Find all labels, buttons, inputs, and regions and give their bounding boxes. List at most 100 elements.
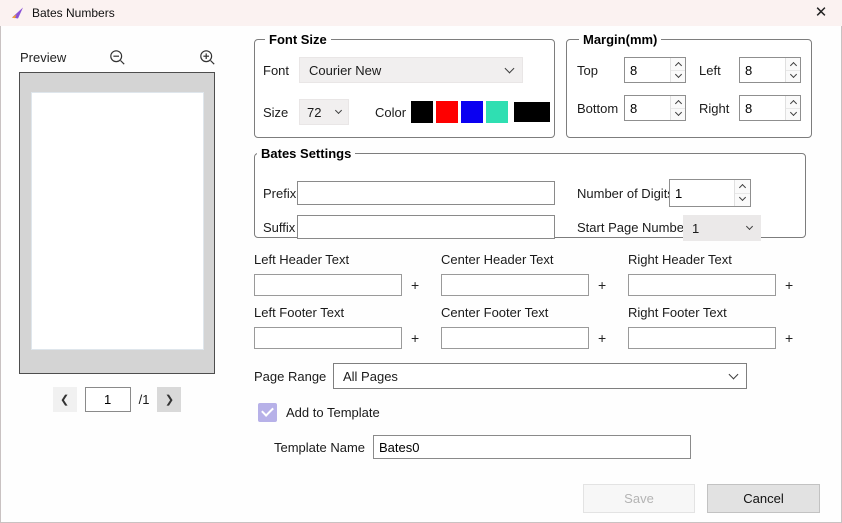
add-right-header-button[interactable]: + (785, 278, 793, 292)
center-footer-text-input[interactable] (441, 327, 589, 349)
margin-right-stepper (739, 95, 801, 121)
prefix-label: Prefix (263, 186, 296, 201)
number-of-digits-input[interactable] (670, 180, 734, 206)
preview-label: Preview (20, 50, 66, 65)
right-header-text-input[interactable] (628, 274, 776, 296)
preview-header: Preview (20, 46, 216, 68)
previous-page-button[interactable]: ❮ (53, 387, 77, 412)
font-family-value: Courier New (309, 63, 381, 78)
suffix-label: Suffix (263, 220, 295, 235)
spin-buttons (670, 58, 685, 82)
bates-numbers-dialog: Bates Numbers ✕ Preview (0, 0, 842, 523)
bates-settings-group: Bates Settings Prefix Suffix Number of D… (254, 146, 806, 238)
cancel-button[interactable]: Cancel (707, 484, 820, 513)
zoom-out-button[interactable] (109, 49, 126, 66)
next-page-button[interactable]: ❯ (157, 387, 181, 412)
right-header-text-label: Right Header Text (628, 252, 815, 267)
chevron-down-icon (746, 222, 753, 229)
template-name-input[interactable] (373, 435, 691, 459)
right-footer-text-label: Right Footer Text (628, 305, 815, 320)
zoom-in-button[interactable] (199, 49, 216, 66)
start-page-number-label: Start Page Number (577, 220, 688, 235)
chevron-up-icon[interactable] (786, 96, 800, 109)
add-center-footer-button[interactable]: + (598, 331, 606, 345)
number-of-digits-stepper (669, 179, 751, 207)
preview-page (31, 92, 204, 350)
chevron-down-icon (505, 63, 515, 73)
chevron-up-icon[interactable] (671, 96, 685, 109)
center-footer-text-label: Center Footer Text (441, 305, 628, 320)
chevron-down-icon[interactable] (671, 109, 685, 121)
left-header-text-input[interactable] (254, 274, 402, 296)
total-pages-label: /1 (139, 392, 150, 407)
margin-left-input[interactable] (740, 58, 785, 82)
prefix-input[interactable] (297, 181, 555, 205)
color-swatch-teal[interactable] (486, 101, 508, 123)
chevron-down-icon[interactable] (786, 109, 800, 121)
spin-buttons (785, 96, 800, 120)
chevron-up-icon[interactable] (786, 58, 800, 71)
font-size-dropdown[interactable]: 72 (299, 99, 349, 125)
current-page-input[interactable] (85, 387, 131, 412)
color-label: Color (375, 105, 411, 120)
close-button[interactable]: ✕ (800, 0, 842, 26)
margin-right-label: Right (699, 101, 739, 116)
add-right-footer-button[interactable]: + (785, 331, 793, 345)
close-icon: ✕ (815, 4, 828, 21)
margin-top-label: Top (577, 63, 624, 78)
spin-buttons (785, 58, 800, 82)
margin-bottom-input[interactable] (625, 96, 670, 120)
margin-top-input[interactable] (625, 58, 670, 82)
template-name-label: Template Name (274, 440, 373, 455)
page-navigator: ❮ /1 ❯ (19, 386, 215, 412)
center-header-text-input[interactable] (441, 274, 589, 296)
selected-color-swatch[interactable] (514, 102, 550, 122)
chevron-down-icon (729, 369, 739, 379)
chevron-down-icon (335, 106, 342, 113)
add-to-template-checkbox[interactable] (258, 403, 277, 422)
chevron-up-icon[interactable] (735, 180, 750, 194)
color-swatch-black[interactable] (411, 101, 433, 123)
color-swatch-red[interactable] (436, 101, 458, 123)
start-page-number-value: 1 (692, 221, 699, 236)
margin-group-title: Margin(mm) (579, 32, 661, 47)
app-icon (9, 5, 25, 21)
add-to-template-label[interactable]: Add to Template (286, 405, 380, 420)
center-header-text-label: Center Header Text (441, 252, 628, 267)
spin-buttons (734, 180, 750, 206)
page-range-dropdown[interactable]: All Pages (333, 363, 747, 389)
margin-bottom-label: Bottom (577, 101, 624, 116)
page-range-value: All Pages (343, 369, 398, 384)
add-left-footer-button[interactable]: + (411, 331, 419, 345)
right-footer-text-input[interactable] (628, 327, 776, 349)
font-size-group: Font Size Font Courier New Size 72 Color (254, 32, 555, 138)
window-title: Bates Numbers (32, 6, 115, 20)
left-footer-text-input[interactable] (254, 327, 402, 349)
chevron-right-icon: ❯ (165, 393, 174, 406)
color-swatch-blue[interactable] (461, 101, 483, 123)
start-page-number-dropdown[interactable]: 1 (683, 215, 761, 241)
number-of-digits-label: Number of Digits (577, 186, 674, 201)
font-label: Font (263, 63, 299, 78)
magnifier-plus-icon (199, 49, 216, 66)
chevron-down-icon[interactable] (735, 194, 750, 207)
header-footer-section: Left Header Text + Center Header Text + … (254, 252, 815, 358)
size-label: Size (263, 105, 299, 120)
save-button[interactable]: Save (583, 484, 695, 513)
margin-top-stepper (624, 57, 686, 83)
chevron-down-icon[interactable] (786, 71, 800, 83)
add-left-header-button[interactable]: + (411, 278, 419, 292)
title-bar: Bates Numbers ✕ (0, 0, 842, 26)
chevron-left-icon: ❮ (60, 393, 69, 406)
magnifier-minus-icon (109, 49, 126, 66)
font-size-group-title: Font Size (265, 32, 331, 47)
font-family-dropdown[interactable]: Courier New (299, 57, 523, 83)
add-center-header-button[interactable]: + (598, 278, 606, 292)
color-palette (411, 101, 550, 123)
suffix-input[interactable] (297, 215, 555, 239)
chevron-down-icon[interactable] (671, 71, 685, 83)
page-range-row: Page Range All Pages (254, 363, 747, 389)
margin-right-input[interactable] (740, 96, 785, 120)
chevron-up-icon[interactable] (671, 58, 685, 71)
left-header-text-label: Left Header Text (254, 252, 441, 267)
